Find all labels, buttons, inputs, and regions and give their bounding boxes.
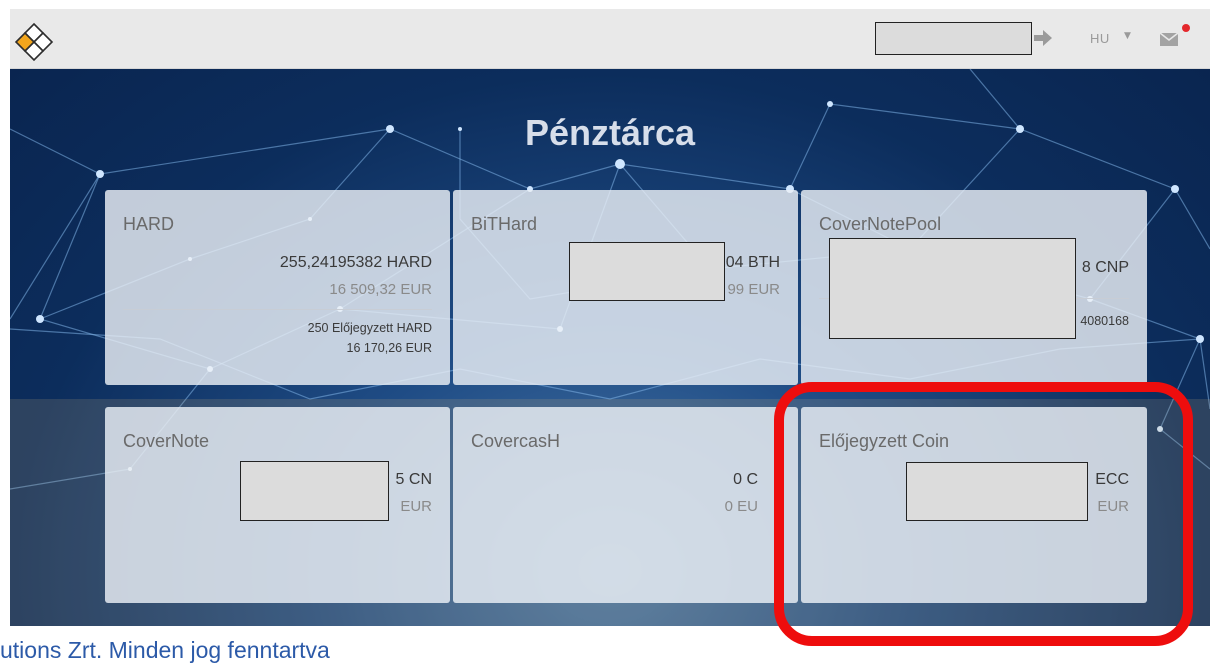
- wallet-name: HARD: [123, 214, 175, 234]
- redacted-username: [875, 22, 1032, 55]
- wallet-amount: 0 C: [733, 471, 758, 488]
- wallet-eur-value: 99 EUR: [727, 281, 780, 298]
- chevron-down-icon[interactable]: ▼: [1124, 31, 1131, 41]
- wallet-name: CovercasH: [471, 431, 561, 451]
- wallet-reserved-eur: 16 170,26 EUR: [346, 341, 432, 355]
- wallet-extra-value: 4080168: [1080, 314, 1129, 328]
- annotation-highlight: [774, 382, 1193, 646]
- redacted-value-bithard: [569, 242, 725, 301]
- wallet-card-hard[interactable]: HARD 255,24195382 HARD 16 509,32 EUR 250…: [105, 190, 450, 385]
- wallet-amount: 04 BTH: [725, 254, 780, 271]
- page-title: Pénztárca: [524, 112, 696, 153]
- wallet-name: CoverNote: [123, 431, 210, 451]
- redacted-value-covernote: [240, 461, 389, 521]
- redacted-value-covernotepool: [829, 238, 1076, 339]
- wallet-amount: 8 CNP: [1081, 259, 1129, 276]
- wallet-card-covercash[interactable]: CovercasH 0 C 0 EU: [453, 407, 798, 603]
- language-selector[interactable]: HU: [1090, 31, 1110, 46]
- wallet-amount: 5 CN: [395, 471, 432, 488]
- footer-copyright: utions Zrt. Minden jog fenntartva: [0, 637, 330, 663]
- wallet-eur-value: 16 509,32 EUR: [329, 281, 432, 298]
- wallet-eur-value: EUR: [400, 498, 432, 515]
- logout-icon[interactable]: [1032, 29, 1054, 47]
- logo-icon[interactable]: [14, 22, 54, 62]
- wallet-name: BiTHard: [471, 214, 538, 234]
- wallet-name: CoverNotePool: [819, 214, 942, 234]
- wallet-amount: 255,24195382 HARD: [279, 254, 432, 271]
- wallet-reserved-amount: 250 Előjegyzett HARD: [307, 321, 432, 335]
- divider: [123, 309, 432, 310]
- notification-badge: [1182, 24, 1190, 32]
- top-navbar: HU ▼: [10, 9, 1210, 69]
- mail-icon[interactable]: [1159, 31, 1179, 47]
- wallet-eur-value: 0 EU: [724, 498, 758, 515]
